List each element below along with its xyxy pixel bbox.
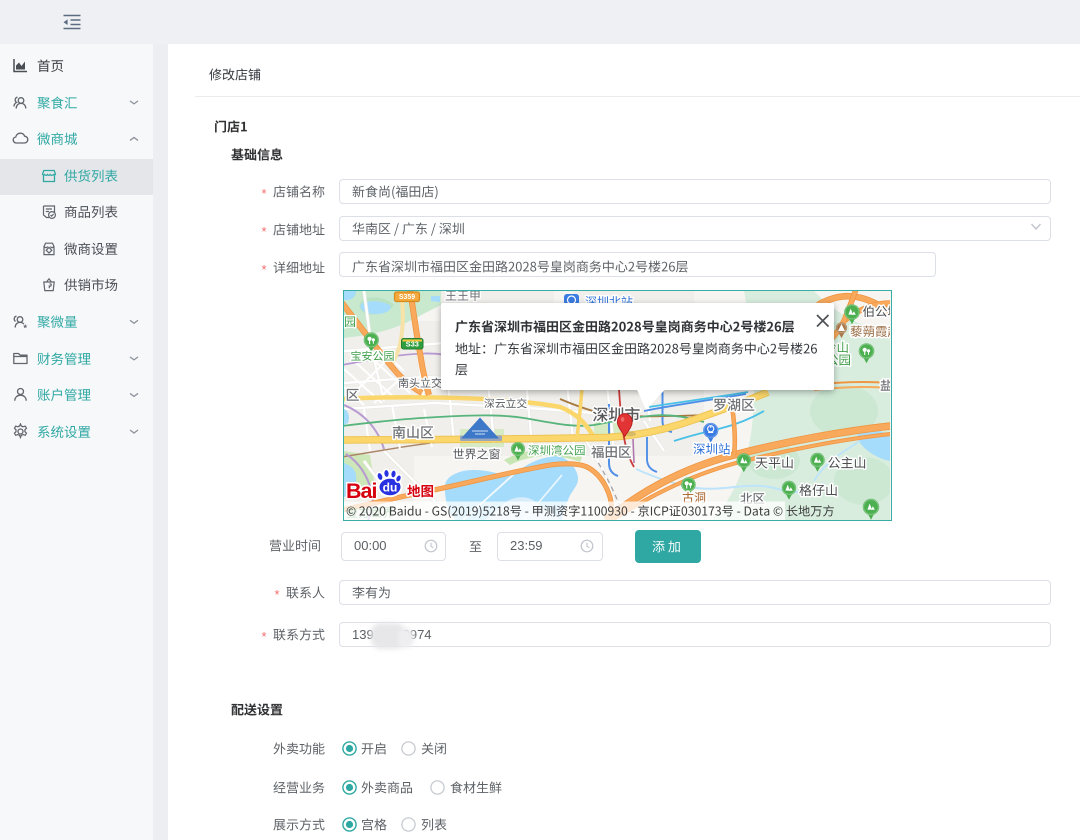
- svg-text:S359: S359: [398, 294, 414, 301]
- svg-text:Bai: Bai: [346, 479, 376, 503]
- svg-text:S33: S33: [405, 340, 418, 349]
- svg-text:du: du: [382, 481, 397, 495]
